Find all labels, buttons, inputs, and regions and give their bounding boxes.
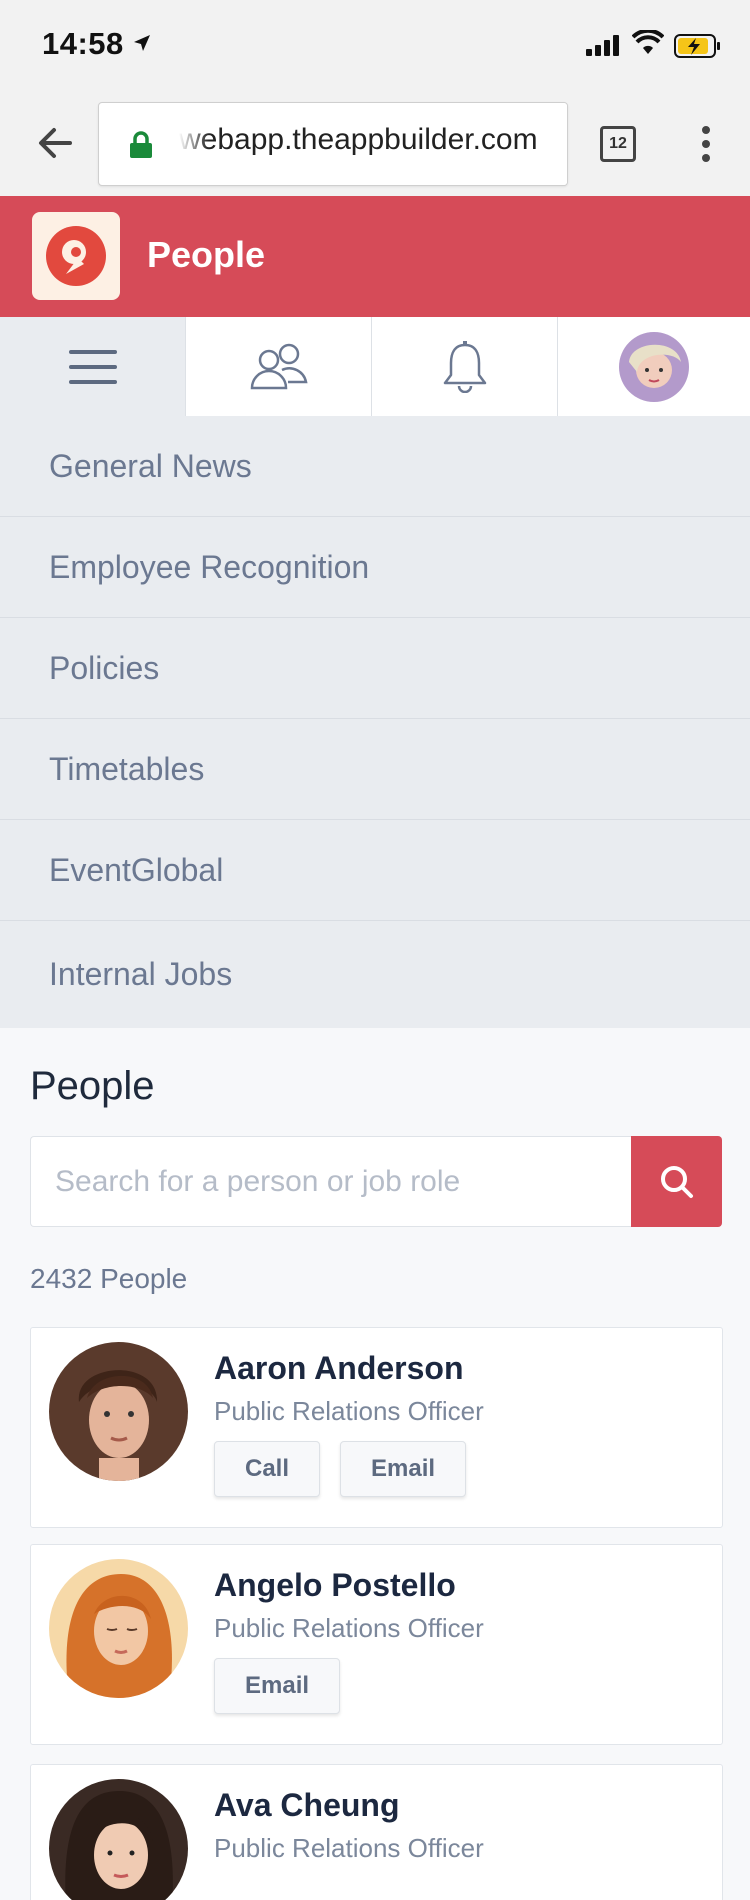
nav-people[interactable]	[186, 317, 372, 416]
person-name: Angelo Postello	[214, 1567, 456, 1603]
person-actions: Email	[214, 1658, 341, 1714]
app-header: People	[0, 196, 750, 317]
address-bar[interactable]: webapp.theappbuilder.com	[98, 102, 568, 186]
person-role: Public Relations Officer	[214, 1833, 484, 1863]
person-card[interactable]: Angelo Postello Public Relations Officer…	[30, 1544, 723, 1745]
signal-icon	[586, 35, 619, 56]
battery-icon	[674, 34, 720, 58]
menu-item-employee-recognition[interactable]: Employee Recognition	[0, 517, 750, 618]
hamburger-icon	[68, 349, 117, 384]
email-button[interactable]: Email	[214, 1658, 341, 1714]
search-input[interactable]	[30, 1136, 632, 1227]
browser-bar: webapp.theappbuilder.com 12	[0, 92, 750, 196]
side-menu: General News Employee Recognition Polici…	[0, 416, 750, 1028]
nav-notifications[interactable]	[372, 317, 558, 416]
person-avatar	[49, 1342, 188, 1481]
person-actions: Call Email	[214, 1441, 467, 1497]
url-text: webapp.theappbuilder.com	[179, 123, 538, 156]
person-name: Aaron Anderson	[214, 1350, 464, 1386]
page-title: People	[30, 1064, 155, 1108]
person-avatar	[49, 1779, 188, 1900]
person-avatar	[49, 1559, 188, 1698]
person-card[interactable]: Ava Cheung Public Relations Officer	[30, 1764, 723, 1900]
menu-item-timetables[interactable]: Timetables	[0, 719, 750, 820]
bell-icon	[443, 340, 486, 393]
search-button[interactable]	[631, 1136, 722, 1227]
people-icon	[250, 343, 308, 389]
email-button[interactable]: Email	[340, 1441, 467, 1497]
wifi-icon	[632, 30, 664, 54]
nav-profile[interactable]	[558, 317, 750, 416]
search-icon	[660, 1165, 693, 1198]
menu-item-policies[interactable]: Policies	[0, 618, 750, 719]
lock-icon	[130, 131, 152, 158]
app-title: People	[147, 234, 266, 275]
menu-item-general-news[interactable]: General News	[0, 416, 750, 517]
status-bar: 14:58	[0, 0, 750, 92]
status-time: 14:58	[42, 26, 124, 61]
person-name: Ava Cheung	[214, 1787, 400, 1823]
back-arrow-icon[interactable]	[34, 122, 76, 164]
person-role: Public Relations Officer	[214, 1396, 484, 1426]
tab-switcher-button[interactable]: 12	[600, 126, 636, 162]
people-count: 2432 People	[30, 1263, 188, 1294]
user-avatar	[619, 331, 689, 402]
app-logo	[32, 212, 120, 300]
menu-item-eventglobal[interactable]: EventGlobal	[0, 820, 750, 921]
person-role: Public Relations Officer	[214, 1613, 484, 1643]
nav-menu[interactable]	[0, 317, 186, 416]
search-bar	[30, 1136, 722, 1227]
menu-item-internal-jobs[interactable]: Internal Jobs	[0, 921, 750, 1028]
nav-bar	[0, 317, 750, 416]
more-vert-icon[interactable]	[696, 124, 716, 164]
person-card[interactable]: Aaron Anderson Public Relations Officer …	[30, 1327, 723, 1528]
app-logo-icon	[46, 226, 106, 286]
location-arrow-icon	[134, 35, 150, 51]
call-button[interactable]: Call	[214, 1441, 321, 1497]
